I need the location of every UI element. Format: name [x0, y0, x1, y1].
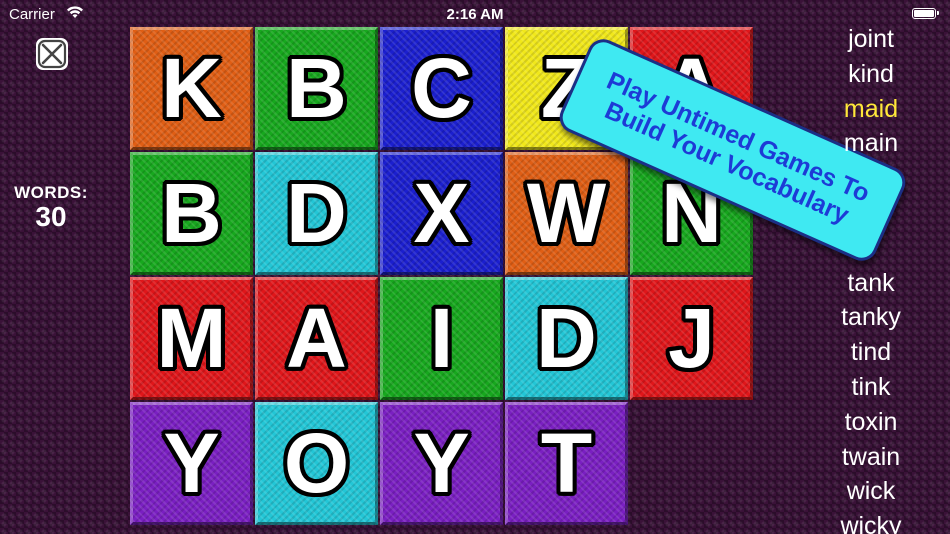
word-list-item: tink — [851, 372, 891, 401]
tile-letter: C — [411, 41, 472, 135]
words-counter: WORDS: 30 — [0, 183, 102, 231]
close-icon — [37, 39, 67, 69]
word-list-item: wick — [846, 477, 896, 506]
tile-letter: M — [156, 291, 227, 385]
word-list-item: wicky — [840, 512, 902, 534]
tile-letter: D — [536, 291, 597, 385]
letter-tile[interactable]: K — [130, 27, 253, 150]
tile-letter: Y — [413, 416, 470, 510]
battery-icon — [912, 8, 939, 19]
word-list-item — [812, 231, 930, 266]
status-bar: Carrier 2:16 AM — [0, 0, 950, 28]
tile-letter: D — [286, 166, 347, 260]
letter-tile[interactable]: D — [505, 277, 628, 400]
tile-letter: Y — [163, 416, 220, 510]
close-button[interactable] — [36, 38, 68, 70]
letter-tile[interactable]: D — [255, 152, 378, 275]
letter-tile[interactable]: Y — [380, 402, 503, 525]
found-words-list[interactable]: joint kind maid main tank tanky tind tink toxin t… — [812, 22, 930, 534]
tile-letter: I — [429, 291, 454, 385]
words-label: WORDS: — [14, 183, 88, 202]
letter-tile[interactable]: M — [130, 277, 253, 400]
tile-letter: K — [161, 41, 222, 135]
letter-tile[interactable]: O — [255, 402, 378, 525]
letter-tile[interactable]: B — [255, 27, 378, 150]
word-list-item: tank — [847, 268, 895, 297]
letter-tile[interactable]: I — [380, 277, 503, 400]
tile-letter: W — [526, 166, 607, 260]
word-list-item: maid — [843, 94, 899, 123]
letter-tile[interactable]: J — [630, 277, 753, 400]
letter-tile[interactable]: T — [505, 402, 628, 525]
letter-tile[interactable]: B — [130, 152, 253, 275]
tile-letter: T — [540, 416, 593, 510]
letter-tile[interactable]: X — [380, 152, 503, 275]
word-list-item: toxin — [844, 407, 898, 436]
word-list-item: joint — [848, 25, 894, 53]
word-list-item — [812, 161, 930, 196]
word-list-item: tanky — [841, 303, 901, 332]
tile-letter: A — [286, 291, 347, 385]
status-time: 2:16 AM — [446, 6, 504, 23]
word-list-item: tind — [850, 338, 892, 367]
tile-letter: X — [413, 166, 470, 260]
letter-tile[interactable]: C — [380, 27, 503, 150]
word-list-item: kind — [848, 59, 894, 88]
word-list-item: twain — [841, 442, 901, 471]
tile-letter: J — [668, 291, 715, 385]
tile-letter: B — [286, 41, 347, 135]
word-list-item: main — [843, 129, 899, 158]
letter-tile[interactable]: A — [255, 277, 378, 400]
tile-letter: B — [161, 166, 222, 260]
word-list-item — [812, 196, 930, 231]
words-count: 30 — [35, 201, 67, 232]
tile-letter: O — [283, 416, 350, 510]
letter-tile[interactable]: Y — [130, 402, 253, 525]
letter-tile[interactable]: W — [505, 152, 628, 275]
